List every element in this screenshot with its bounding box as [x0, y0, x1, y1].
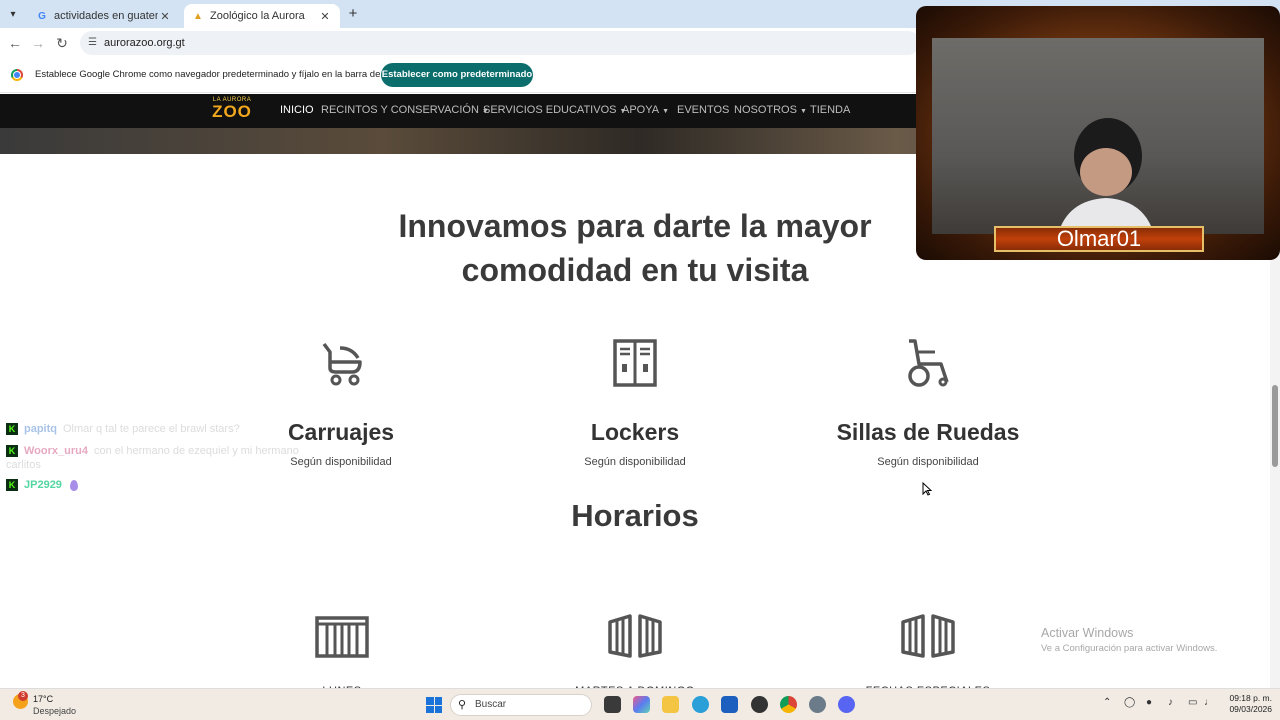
watermark-line-2: Ve a Configuración para activar Windows.: [1041, 643, 1218, 654]
watermark-line-1: Activar Windows: [1041, 626, 1134, 640]
kick-badge-icon: K: [6, 445, 18, 458]
page-headline: Innovamos para darte la mayor comodidad …: [340, 204, 930, 292]
weather-temp[interactable]: 17°C: [33, 694, 53, 704]
logo-main-text: ZOO: [212, 102, 252, 121]
set-default-button[interactable]: Establecer como predeterminado: [381, 63, 533, 87]
closed-gate-icon: [315, 616, 369, 658]
obs-icon[interactable]: [751, 696, 768, 713]
tab-search-icon[interactable]: ▾: [4, 6, 22, 24]
search-icon: ⚲: [458, 699, 467, 711]
copilot-icon[interactable]: [633, 696, 650, 713]
schedule-title: Horarios: [571, 498, 699, 533]
store-icon[interactable]: [721, 696, 738, 713]
feature-subtitle: Según disponibilidad: [584, 456, 686, 468]
open-gate-icon: [608, 614, 662, 658]
wheelchair-icon: [908, 339, 949, 387]
feature-title: Sillas de Ruedas: [836, 419, 1020, 445]
zoo-favicon-icon: ▲: [193, 10, 203, 22]
tab-title: actividades en guatemala en se: [54, 10, 158, 22]
volume-icon[interactable]: ♩: [1204, 697, 1214, 708]
url-text: aurorazoo.org.gt: [104, 37, 185, 49]
weather-badge: 3: [18, 691, 28, 701]
windows-start-icon[interactable]: [426, 697, 442, 713]
feature-lockers: Lockers Según disponibilidad: [505, 338, 765, 468]
schedule-lunes: LUNES: [242, 614, 442, 697]
search-placeholder: Buscar: [475, 699, 507, 710]
google-favicon-icon: G: [38, 10, 46, 22]
close-tab-icon[interactable]: ✕: [318, 10, 332, 23]
chat-message: K JP2929: [6, 479, 78, 492]
reload-icon[interactable]: ↻: [52, 33, 72, 53]
headline-line-1: Innovamos para darte la mayor: [398, 208, 872, 244]
clock-time: 09:18 p. m.: [1229, 693, 1272, 703]
infobar-text: Establece Google Chrome como navegador p…: [35, 69, 410, 80]
headline-line-2: comodidad en tu visita: [461, 252, 809, 288]
chat-message: Kpapitq Olmar q tal te parece el brawl st…: [6, 423, 240, 436]
tray-chevron-up-icon[interactable]: ⌃: [1103, 697, 1111, 708]
file-explorer-icon[interactable]: [662, 696, 679, 713]
back-icon[interactable]: ←: [5, 33, 25, 53]
tab-actividades[interactable]: G actividades en guatemala en se ✕: [28, 4, 180, 28]
windows-activation-watermark: Activar Windows Ve a Configuración para …: [1041, 626, 1217, 654]
feature-title: Lockers: [590, 419, 680, 445]
new-tab-button[interactable]: +: [344, 6, 362, 24]
close-tab-icon[interactable]: ✕: [158, 10, 172, 23]
forward-icon[interactable]: →: [28, 33, 48, 53]
tray-app-icon[interactable]: ●: [1146, 697, 1152, 708]
nav-inicio[interactable]: INICIO: [280, 104, 314, 116]
mouse-cursor-icon: [922, 482, 932, 496]
windows-taskbar: 3 17°C Despejado ⚲ Buscar ⌃ ◯ ● ♪ ▭ ♩ 09…: [0, 688, 1280, 720]
feature-title: Carruajes: [287, 419, 395, 445]
edge-icon[interactable]: [692, 696, 709, 713]
stroller-icon: [322, 342, 362, 386]
tray-app-icon[interactable]: ◯: [1124, 697, 1135, 708]
taskbar-search-box[interactable]: ⚲ Buscar: [450, 694, 592, 716]
discord-icon[interactable]: [838, 696, 855, 713]
chrome-logo-icon: [11, 69, 23, 81]
microphone-icon[interactable]: ♪: [1168, 697, 1173, 708]
nav-servicios[interactable]: SERVICIOS EDUCATIVOS ▼: [483, 104, 626, 116]
locker-icon: [613, 339, 657, 387]
nav-apoya[interactable]: APOYA ▼: [622, 104, 669, 116]
nav-recintos[interactable]: RECINTOS Y CONSERVACIÓN ▼: [321, 104, 489, 116]
nav-tienda[interactable]: TIENDA: [810, 104, 850, 116]
schedule-martes-domingo: MARTES A DOMINGO: [535, 614, 735, 697]
streamer-silhouette: [1058, 118, 1154, 234]
chat-message: K Woorx_uru4 con el hermano de ezequiel y …: [6, 445, 299, 471]
schedule-fechas-especiales: FECHAS ESPECIALES: [828, 614, 1028, 697]
kick-badge-icon: K: [6, 479, 18, 492]
streamer-nameplate: Olmar01: [994, 226, 1204, 252]
clock-date: 09/03/2026: [1229, 704, 1272, 714]
site-info-icon[interactable]: ☰: [88, 31, 97, 55]
address-bar[interactable]: ☰ aurorazoo.org.gt: [80, 31, 920, 55]
feature-subtitle: Según disponibilidad: [877, 456, 979, 468]
task-view-icon[interactable]: [604, 696, 621, 713]
chrome-icon[interactable]: [780, 696, 797, 713]
network-icon[interactable]: ▭: [1188, 697, 1197, 708]
kick-badge-icon: K: [6, 423, 18, 436]
caret-down-icon: ▼: [662, 108, 670, 115]
webcam-overlay: Olmar01: [916, 6, 1280, 260]
weather-condition[interactable]: Despejado: [33, 706, 76, 716]
water-drop-emote-icon: [69, 479, 78, 491]
settings-gear-icon[interactable]: [809, 696, 826, 713]
tab-title: Zoológico la Aurora: [210, 10, 305, 22]
open-gate-icon: [901, 614, 955, 658]
nav-nosotros[interactable]: NOSOTROS ▼: [734, 104, 807, 116]
site-logo[interactable]: LA AURORA ZOO: [208, 97, 256, 125]
scrollbar-thumb[interactable]: [1272, 385, 1278, 467]
caret-down-icon: ▼: [799, 108, 807, 115]
tab-zoologico[interactable]: ▲ Zoológico la Aurora ✕: [184, 4, 340, 28]
taskbar-clock[interactable]: 09:18 p. m. 09/03/2026: [1222, 693, 1272, 715]
nav-eventos[interactable]: EVENTOS: [677, 104, 729, 116]
feature-sillas: Sillas de Ruedas Según disponibilidad: [798, 338, 1058, 468]
